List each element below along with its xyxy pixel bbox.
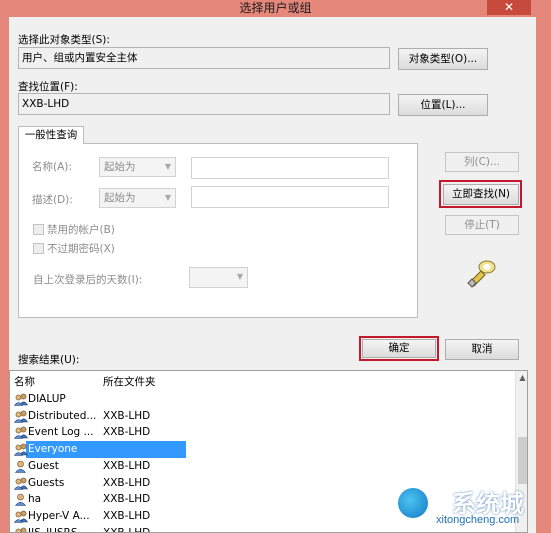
scroll-up-arrow-icon[interactable]: ▲ xyxy=(516,373,527,385)
table-row[interactable]: DIALUP xyxy=(10,391,516,408)
group-icon xyxy=(14,477,28,490)
close-icon: ✕ xyxy=(503,0,515,14)
stop-button[interactable]: 停止(T) xyxy=(445,215,519,235)
chevron-down-icon: ▼ xyxy=(164,193,171,202)
result-name: ha xyxy=(28,493,42,506)
group-icon xyxy=(14,410,28,423)
group-icon xyxy=(15,527,27,532)
search-flashlight-icon xyxy=(467,260,496,288)
non-expiring-password-checkbox[interactable] xyxy=(33,243,44,254)
name-mode-select[interactable]: 起始为 ▼ xyxy=(99,157,176,177)
result-folder: XXB-LHD xyxy=(103,476,151,489)
locations-button[interactable]: 位置(L)... xyxy=(398,94,488,116)
user-icon xyxy=(14,493,27,506)
result-name: Distributed... xyxy=(28,409,97,422)
tab-common-queries[interactable]: 一般性查询 xyxy=(18,126,84,144)
group-icon xyxy=(14,443,28,456)
description-input[interactable] xyxy=(191,186,389,208)
location-label: 查找位置(F): xyxy=(18,81,78,93)
table-row[interactable]: Guests XXB-LHD xyxy=(10,475,516,492)
group-icon xyxy=(14,393,28,406)
result-name: DIALUP xyxy=(28,393,66,405)
name-mode-value: 起始为 xyxy=(104,161,136,173)
table-row[interactable]: Everyone xyxy=(10,441,516,459)
chevron-down-icon: ▼ xyxy=(236,272,243,281)
search-results-list[interactable]: 名称 所在文件夹 DIALUP Distributed... XXB-LHD Even… xyxy=(9,370,528,533)
location-field: XXB-LHD xyxy=(18,93,390,115)
user-icon xyxy=(14,460,27,473)
non-expiring-password-label: 不过期密码(X) xyxy=(47,243,115,255)
window-title: 选择用户或组 xyxy=(239,1,312,15)
object-types-button[interactable]: 对象类型(O)... xyxy=(398,48,488,70)
result-folder: XXB-LHD xyxy=(103,409,151,422)
object-type-label: 选择此对象类型(S): xyxy=(18,34,110,46)
object-type-field: 用户、组或内置安全主体 xyxy=(18,47,390,69)
chevron-down-icon: ▼ xyxy=(164,162,171,171)
result-name: IIS_IUSRS xyxy=(28,526,78,533)
result-folder: XXB-LHD xyxy=(103,493,151,506)
group-icon xyxy=(14,426,28,440)
result-name: Guest xyxy=(28,459,59,472)
scroll-thumb[interactable] xyxy=(518,437,527,484)
result-name: Event Log ... xyxy=(28,426,94,439)
find-now-button[interactable]: 立即查找(N) xyxy=(443,184,519,205)
description-mode-select[interactable]: 起始为 ▼ xyxy=(99,188,176,208)
result-name: Hyper-V A... xyxy=(28,509,90,522)
group-icon xyxy=(14,510,28,523)
window-frame-right xyxy=(536,17,551,533)
name-input[interactable] xyxy=(191,157,389,179)
ok-button[interactable]: 确定 xyxy=(362,339,436,358)
close-button[interactable]: ✕ xyxy=(487,0,531,15)
disabled-accounts-label: 禁用的帐户(B) xyxy=(47,224,115,236)
watermark-url: xitongcheng.com xyxy=(436,514,520,526)
days-since-logon-label: 自上次登录后的天数(I): xyxy=(33,274,143,286)
result-folder: XXB-LHD xyxy=(103,526,151,533)
description-mode-value: 起始为 xyxy=(104,192,136,204)
name-label: 名称(A): xyxy=(32,161,72,173)
columns-button[interactable]: 列(C)... xyxy=(445,152,519,172)
result-folder: XXB-LHD xyxy=(103,509,151,522)
table-row[interactable]: Event Log ... XXB-LHD xyxy=(10,424,516,441)
result-folder: XXB-LHD xyxy=(103,459,151,472)
window-frame-left xyxy=(0,17,9,533)
result-folder: XXB-LHD xyxy=(103,426,151,439)
search-results-label: 搜索结果(U): xyxy=(18,354,80,366)
result-name: Everyone xyxy=(28,443,78,456)
table-row[interactable]: Guest XXB-LHD xyxy=(10,458,516,475)
days-since-logon-select[interactable]: ▼ xyxy=(189,267,248,288)
cancel-button[interactable]: 取消 xyxy=(445,339,519,360)
disabled-accounts-checkbox[interactable] xyxy=(33,224,44,235)
description-label: 描述(D): xyxy=(32,194,73,206)
result-name: Guests xyxy=(28,476,65,489)
column-header-folder[interactable]: 所在文件夹 xyxy=(103,374,156,389)
watermark-logo xyxy=(398,488,428,518)
column-header-name[interactable]: 名称 xyxy=(14,374,35,389)
table-row[interactable]: ha XXB-LHD xyxy=(10,491,516,508)
table-row[interactable]: Distributed... XXB-LHD xyxy=(10,408,516,425)
